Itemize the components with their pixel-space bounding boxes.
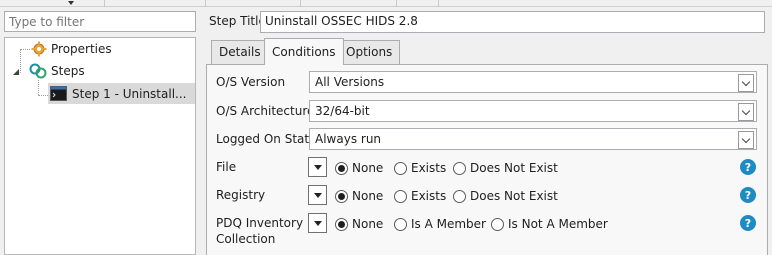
radio-label: None [352, 189, 384, 203]
steps-icon [29, 63, 47, 79]
os-version-value: All Versions [315, 75, 385, 89]
help-icon[interactable]: ? [740, 187, 756, 203]
radio-label: Does Not Exist [470, 161, 558, 175]
logged-on-state-label: Logged On State [216, 132, 317, 146]
tree-item-step-1[interactable]: Step 1 - Uninstall... [48, 83, 195, 104]
pdq-radio-none[interactable]: None [335, 216, 383, 232]
os-version-label: O/S Version [216, 75, 286, 89]
radio-label: Exists [411, 161, 447, 175]
toolbar-divider [396, 0, 397, 7]
file-radio-none[interactable]: None [335, 160, 383, 176]
tab-options[interactable]: Options [338, 40, 401, 64]
tree-connector [38, 95, 48, 96]
registry-radio-exists[interactable]: Exists [394, 188, 446, 204]
os-architecture-select[interactable]: 32/64-bit [309, 100, 757, 122]
registry-radio-none[interactable]: None [335, 188, 383, 204]
tab-conditions[interactable]: Conditions [264, 38, 344, 65]
logged-on-state-select[interactable]: Always run [309, 128, 757, 150]
radio-label: Is A Member [411, 217, 486, 231]
pdq-radio-is-not-a-member[interactable]: Is Not A Member [491, 216, 608, 232]
help-icon[interactable]: ? [740, 159, 756, 175]
radio-label: None [352, 161, 384, 175]
tree-connector [20, 49, 21, 73]
radio-label: None [352, 217, 384, 231]
step-title-input[interactable]: Uninstall OSSEC HIDS 2.8 [260, 11, 765, 33]
tree-item-properties[interactable]: Properties [31, 40, 112, 58]
file-radio-exists[interactable]: Exists [394, 160, 446, 176]
tab-details[interactable]: Details [211, 40, 269, 64]
tree-item-label: Step 1 - Uninstall... [72, 86, 187, 101]
triangle-down-icon [313, 220, 322, 226]
step-title-label: Step Title [209, 14, 266, 28]
console-icon [50, 86, 67, 101]
gear-icon [31, 41, 47, 57]
pdq-dropdown-button[interactable] [308, 213, 327, 233]
tree-connector [20, 49, 30, 50]
toolbar-dropdown-arrow-icon[interactable] [68, 1, 74, 5]
os-version-select[interactable]: All Versions [309, 71, 757, 93]
toolbar-divider [438, 0, 439, 7]
tree-item-label: Properties [51, 42, 112, 56]
toolbar-divider [205, 0, 206, 7]
toolbar-divider [300, 0, 301, 7]
pdq-radio-is-a-member[interactable]: Is A Member [394, 216, 486, 232]
os-architecture-label: O/S Architecture [216, 104, 315, 118]
triangle-down-icon [313, 164, 322, 170]
file-dropdown-button[interactable] [308, 157, 327, 177]
pdq-inventory-label: PDQ Inventory [216, 216, 304, 230]
chevron-down-icon [738, 74, 754, 92]
file-radio-does-not-exist[interactable]: Does Not Exist [453, 160, 558, 176]
help-icon[interactable]: ? [740, 215, 756, 231]
tree-item-steps[interactable]: Steps [29, 62, 85, 80]
logged-on-state-value: Always run [315, 132, 382, 146]
toolbar-divider [104, 0, 105, 7]
registry-label: Registry [216, 188, 266, 202]
tree-connector [38, 80, 39, 95]
pdq-collection-label: Collection [216, 232, 276, 246]
chevron-down-icon [738, 103, 754, 121]
registry-radio-does-not-exist[interactable]: Does Not Exist [453, 188, 558, 204]
radio-label: Does Not Exist [470, 189, 558, 203]
tree-item-label: Steps [51, 64, 85, 78]
filter-input[interactable] [4, 11, 196, 32]
registry-dropdown-button[interactable] [308, 185, 327, 205]
triangle-down-icon [313, 192, 322, 198]
toolbar-strip [0, 0, 772, 7]
radio-label: Is Not A Member [508, 217, 608, 231]
os-architecture-value: 32/64-bit [315, 104, 370, 118]
radio-label: Exists [411, 189, 447, 203]
file-label: File [216, 160, 237, 174]
step-tree: Properties Steps Step 1 - Uninstall... [4, 37, 196, 255]
chevron-down-icon [738, 131, 754, 149]
expand-collapse-icon[interactable] [13, 65, 20, 75]
